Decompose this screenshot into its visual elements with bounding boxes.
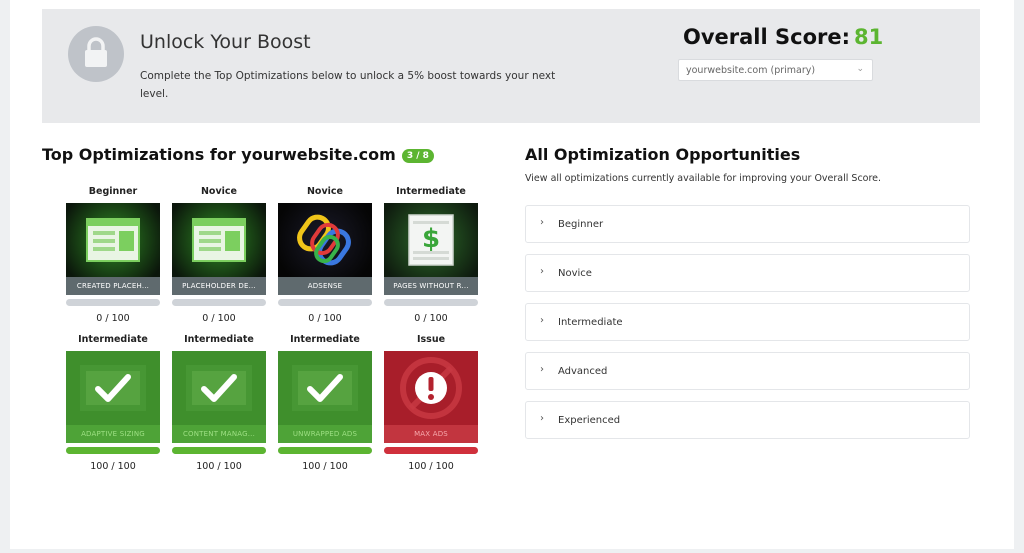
accordion-item-experienced[interactable]: › Experienced [525, 401, 970, 439]
boost-description: Complete the Top Optimizations below to … [140, 70, 556, 100]
placeholder-page-icon [66, 203, 160, 277]
optimization-card-score: 0 / 100 [308, 313, 342, 324]
accordion-item-label: Novice [558, 268, 592, 279]
optimization-card-score: 0 / 100 [96, 313, 130, 324]
checkmark-icon [66, 351, 160, 425]
optimization-card-score: 100 / 100 [408, 461, 454, 472]
optimization-card-level: Issue [416, 334, 446, 345]
optimization-card-tile[interactable]: MAX ADS [384, 351, 478, 443]
accordion-item-label: Experienced [558, 415, 621, 426]
optimization-card-tile[interactable]: UNWRAPPED ADS [278, 351, 372, 443]
page: Unlock Your Boost Complete the Top Optim… [10, 0, 1014, 549]
optimization-card-caption: ADAPTIVE SIZING [66, 425, 160, 443]
optimization-card-caption: PLACEHOLDER DE... [172, 277, 266, 295]
optimization-card-score: 100 / 100 [196, 461, 242, 472]
website-select[interactable]: yourwebsite.com (primary) ⌄ [678, 59, 873, 81]
checkmark-icon [278, 351, 372, 425]
dollar-page-icon: $ [384, 203, 478, 277]
accordion-item-beginner[interactable]: › Beginner [525, 205, 970, 243]
optimization-card-caption: ADSENSE [278, 277, 372, 295]
accordion-item-novice[interactable]: › Novice [525, 254, 970, 292]
optimization-card-score: 100 / 100 [302, 461, 348, 472]
all-optimizations-title: All Optimization Opportunities [525, 145, 801, 164]
top-optimizations-heading: Top Optimizations for yourwebsite.com [42, 145, 396, 164]
optimization-card[interactable]: Beginner CREATED PLACEH... 0 / 100 [66, 186, 160, 324]
optimization-card-tile[interactable]: $ PAGES WITHOUT R... [384, 203, 478, 295]
optimization-card-tile[interactable]: CONTENT MANAG... [172, 351, 266, 443]
accordion-item-label: Intermediate [558, 317, 623, 328]
optimization-progress-bar [384, 447, 478, 454]
chevron-right-icon: › [540, 413, 544, 424]
lock-icon [68, 26, 124, 82]
optimization-progress-bar [278, 447, 372, 454]
optimization-card[interactable]: Novice ADSENSE 0 / 100 [278, 186, 372, 324]
optimization-card[interactable]: Intermediate UNWRAPPED ADS 100 / 100 [278, 334, 372, 472]
chain-link-icon [278, 203, 372, 277]
optimization-progress-bar [172, 299, 266, 306]
optimization-card-tile[interactable]: ADSENSE [278, 203, 372, 295]
svg-text:$: $ [422, 224, 440, 254]
optimization-progress-bar [384, 299, 478, 306]
optimization-card[interactable]: Intermediate $ PAGES WITHOUT R... 0 / 100 [384, 186, 478, 324]
optimization-card[interactable]: Issue MAX ADS 100 / 100 [384, 334, 478, 472]
accordion-item-advanced[interactable]: › Advanced [525, 352, 970, 390]
optimization-card-caption: CREATED PLACEH... [66, 277, 160, 295]
optimization-progress-fill [66, 447, 160, 454]
optimization-card-caption: PAGES WITHOUT R... [384, 277, 478, 295]
all-optimizations-subtitle: View all optimizations currently availab… [525, 173, 882, 184]
website-select-value: yourwebsite.com (primary) [686, 65, 816, 76]
optimization-card-level: Beginner [88, 186, 138, 197]
optimization-progress-bar [172, 447, 266, 454]
optimization-level-list: › Beginner › Novice › Intermediate › Advanced › E… [525, 205, 970, 450]
accordion-item-intermediate[interactable]: › Intermediate [525, 303, 970, 341]
checkmark-icon [172, 351, 266, 425]
optimization-progress-bar [66, 447, 160, 454]
optimization-card-level: Intermediate [184, 334, 254, 345]
boost-panel: Unlock Your Boost Complete the Top Optim… [42, 9, 980, 123]
optimization-progress-bar [66, 299, 160, 306]
optimization-card[interactable]: Intermediate ADAPTIVE SIZING 100 / 100 [66, 334, 160, 472]
optimization-card[interactable]: Novice PLACEHOLDER DE... 0 / 100 [172, 186, 266, 324]
optimization-card-level: Intermediate [290, 334, 360, 345]
overall-score-value: 81 [854, 25, 884, 49]
chevron-right-icon: › [540, 217, 544, 228]
optimization-card-score: 0 / 100 [202, 313, 236, 324]
overall-score-label: Overall Score: [683, 25, 851, 49]
optimization-card-caption: MAX ADS [384, 425, 478, 443]
chevron-right-icon: › [540, 364, 544, 375]
boost-title: Unlock Your Boost [140, 31, 311, 53]
optimization-card-level: Intermediate [78, 334, 148, 345]
optimization-card-score: 100 / 100 [90, 461, 136, 472]
optimization-card-level: Novice [200, 186, 237, 197]
optimization-card-level: Novice [306, 186, 343, 197]
optimization-card-score: 0 / 100 [414, 313, 448, 324]
optimization-card-level: Intermediate [396, 186, 466, 197]
optimization-progress-bar [278, 299, 372, 306]
placeholder-page-icon [172, 203, 266, 277]
optimization-card-caption: CONTENT MANAG... [172, 425, 266, 443]
overall-score: Overall Score: 81 [683, 25, 883, 49]
chevron-down-icon: ⌄ [856, 64, 864, 74]
chevron-right-icon: › [540, 266, 544, 277]
optimization-card-tile[interactable]: PLACEHOLDER DE... [172, 203, 266, 295]
optimization-progress-fill [172, 447, 266, 454]
optimization-card-tile[interactable]: ADAPTIVE SIZING [66, 351, 160, 443]
optimization-card-tile[interactable]: CREATED PLACEH... [66, 203, 160, 295]
accordion-item-label: Advanced [558, 366, 608, 377]
accordion-item-label: Beginner [558, 219, 604, 230]
top-optimizations-progress-badge: 3 / 8 [401, 149, 434, 163]
top-optimizations-title: Top Optimizations for yourwebsite.com 3 /… [42, 145, 434, 164]
alert-icon [384, 351, 478, 425]
optimization-card-caption: UNWRAPPED ADS [278, 425, 372, 443]
optimization-card[interactable]: Intermediate CONTENT MANAG... 100 / 100 [172, 334, 266, 472]
chevron-right-icon: › [540, 315, 544, 326]
optimization-progress-fill [278, 447, 372, 454]
optimization-progress-fill [384, 447, 478, 454]
